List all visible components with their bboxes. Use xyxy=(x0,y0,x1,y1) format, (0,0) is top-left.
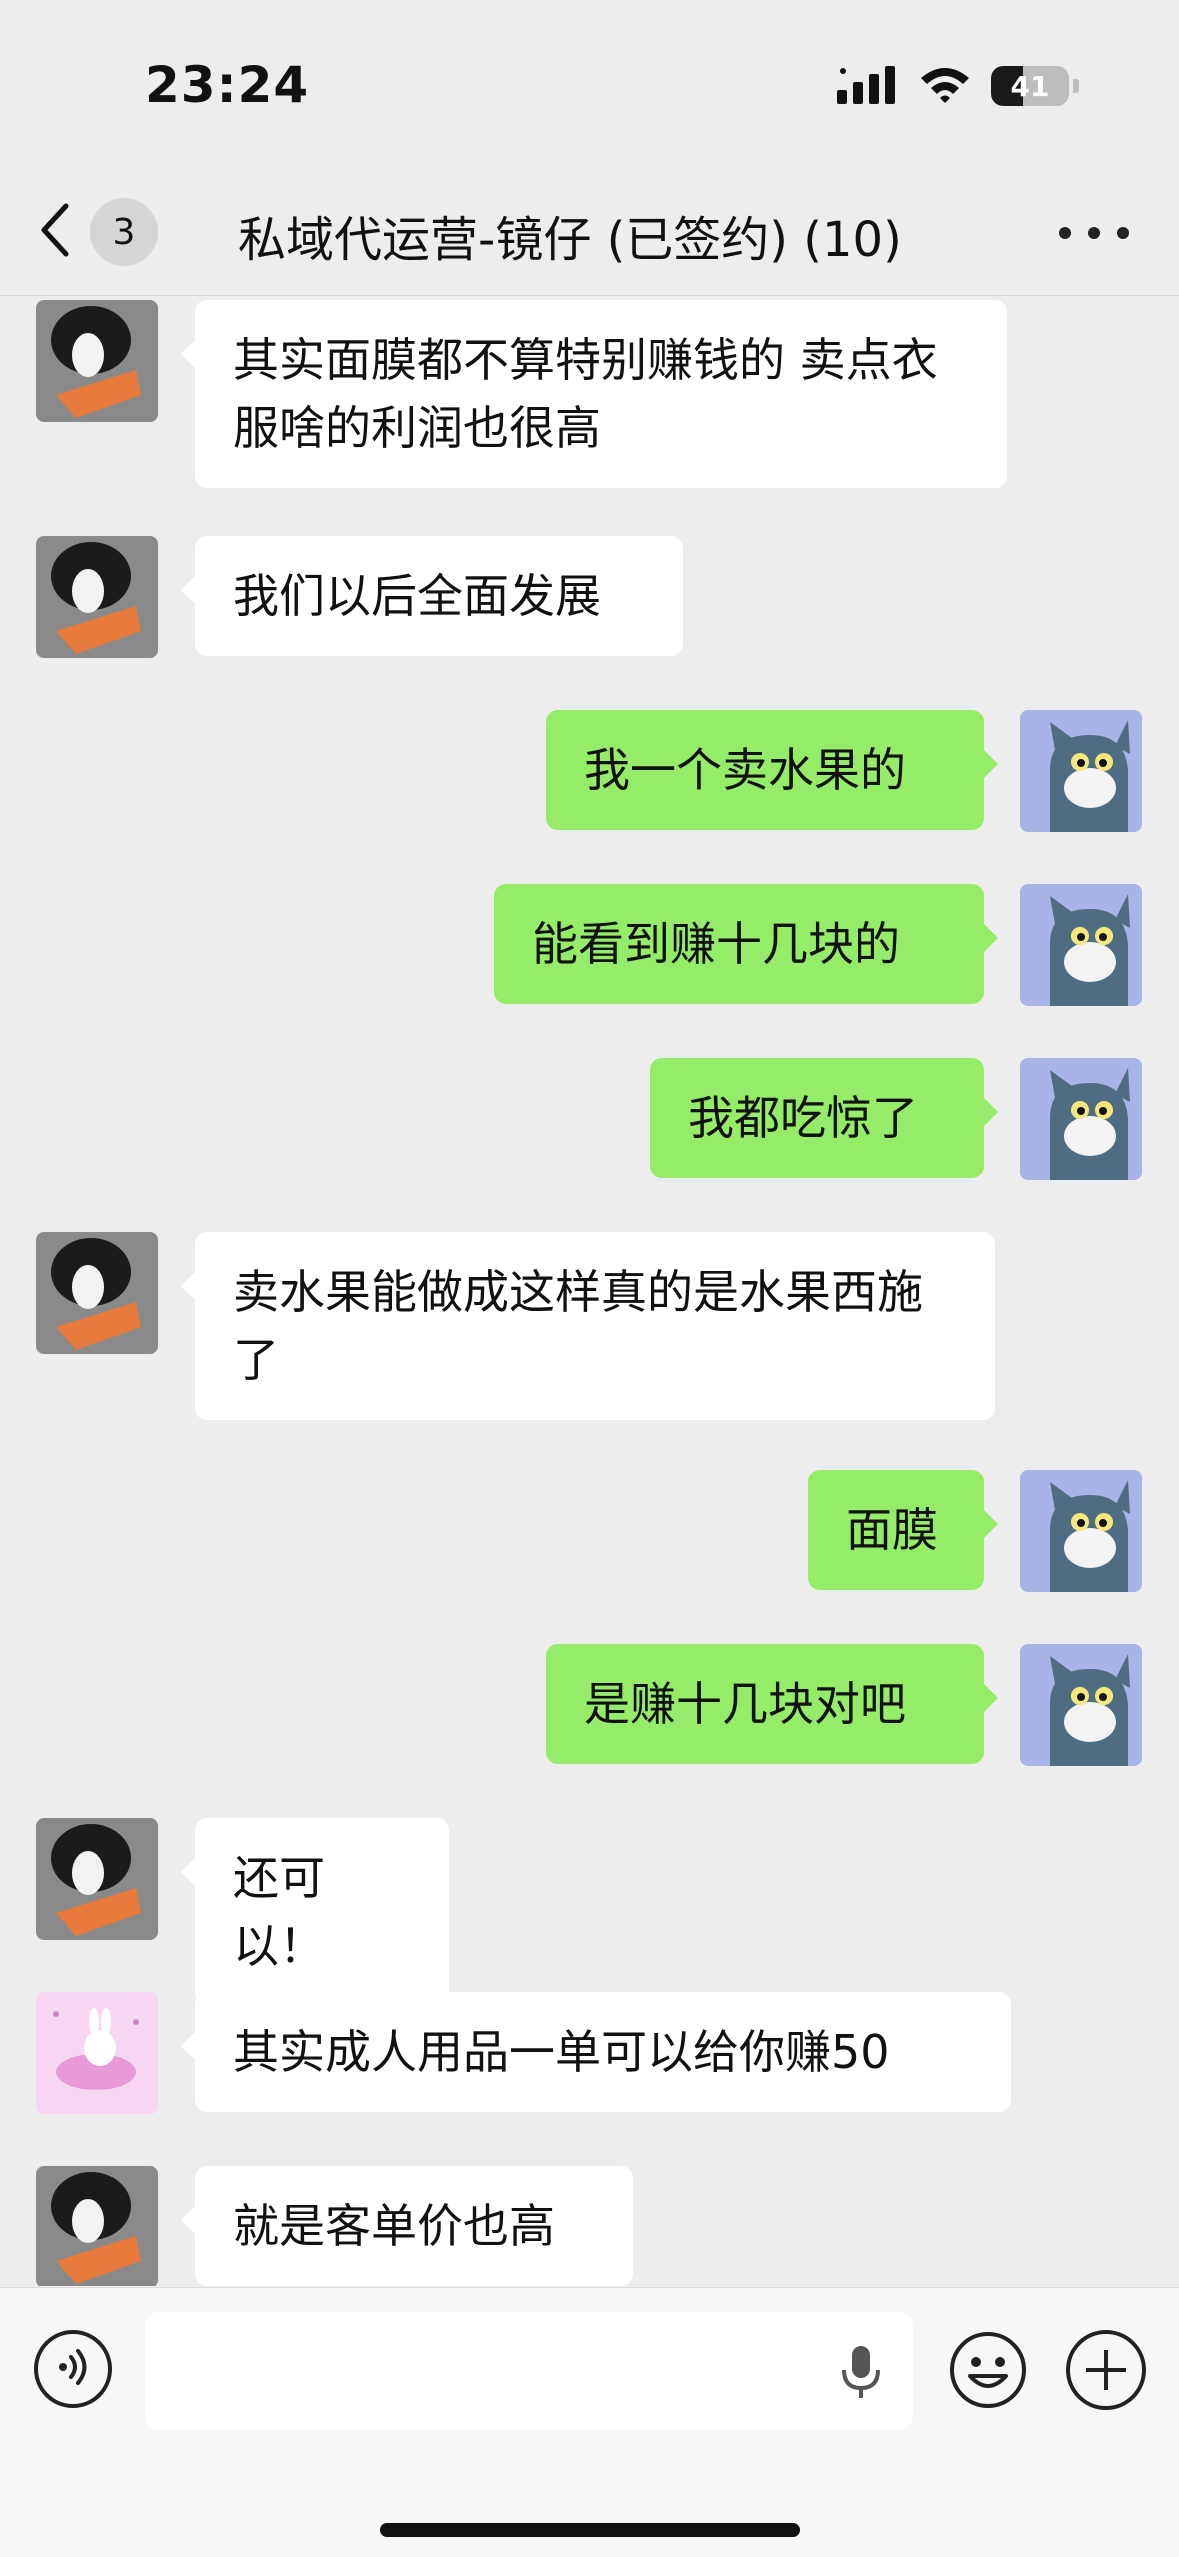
battery-icon: 41 xyxy=(991,66,1069,106)
message-row: 卖水果能做成这样真的是水果西施了 xyxy=(0,1232,1179,1432)
message-bubble[interactable]: 面膜 xyxy=(808,1470,998,1590)
message-bubble[interactable]: 我一个卖水果的 xyxy=(546,710,998,830)
message-row: 我都吃惊了 xyxy=(0,1058,1179,1188)
cat-avatar[interactable] xyxy=(1020,710,1142,832)
message-bubble[interactable]: 就是客单价也高 xyxy=(181,2166,633,2286)
more-options-button[interactable] xyxy=(1059,208,1129,258)
message-row: 其实成人用品一单可以给你赚50 xyxy=(0,1992,1179,2122)
message-bubble[interactable]: 我们以后全面发展 xyxy=(181,536,683,656)
home-indicator[interactable] xyxy=(380,2523,800,2537)
cat-avatar[interactable] xyxy=(1020,1470,1142,1592)
battery-level: 41 xyxy=(1010,69,1050,103)
emoji-button[interactable] xyxy=(948,2330,1028,2410)
message-bubble[interactable]: 其实面膜都不算特别赚钱的 卖点衣服啥的利润也很高 xyxy=(181,300,1007,488)
cat-avatar[interactable] xyxy=(1020,1644,1142,1766)
message-row: 能看到赚十几块的 xyxy=(0,884,1179,1014)
message-input[interactable] xyxy=(145,2312,913,2430)
message-row: 我们以后全面发展 xyxy=(0,536,1179,666)
message-bubble[interactable]: 我都吃惊了 xyxy=(650,1058,998,1178)
smiley-icon xyxy=(948,2332,1028,2414)
back-button[interactable]: 3 xyxy=(40,192,170,272)
message-row: 是赚十几块对吧 xyxy=(0,1644,1179,1774)
message-bubble[interactable]: 其实成人用品一单可以给你赚50 xyxy=(181,1992,1011,2112)
unread-count-badge: 3 xyxy=(90,198,158,266)
message-row: 其实面膜都不算特别赚钱的 卖点衣服啥的利润也很高 xyxy=(0,296,1179,488)
message-row: 还可以！ xyxy=(0,1818,1179,2006)
status-time: 23:24 xyxy=(145,56,310,114)
message-list: 其实面膜都不算特别赚钱的 卖点衣服啥的利润也很高 我们以后全面发展 我一个卖水果… xyxy=(0,296,1179,2286)
status-icons: 41 xyxy=(837,64,1079,108)
chat-header: 3 私域代运营-镜仔 (已签约) (10) xyxy=(0,170,1179,296)
dog-avatar[interactable] xyxy=(36,2166,158,2286)
message-bubble[interactable]: 还可以！ xyxy=(181,1818,449,2006)
message-row: 面膜 xyxy=(0,1470,1179,1600)
microphone-icon[interactable] xyxy=(839,2344,883,2404)
message-row: 就是客单价也高 xyxy=(0,2166,1179,2286)
status-bar: 23:24 41 xyxy=(0,0,1179,170)
wifi-icon xyxy=(919,64,971,108)
voice-icon xyxy=(53,2347,93,2391)
voice-mode-button[interactable] xyxy=(34,2330,112,2408)
dog-avatar[interactable] xyxy=(36,300,158,422)
chevron-left-icon xyxy=(40,202,70,262)
message-bubble[interactable]: 卖水果能做成这样真的是水果西施了 xyxy=(181,1232,995,1420)
message-bubble[interactable]: 能看到赚十几块的 xyxy=(494,884,998,1004)
cellular-signal-icon xyxy=(837,64,899,108)
dog-avatar[interactable] xyxy=(36,1818,158,1940)
dog-avatar[interactable] xyxy=(36,536,158,658)
message-row: 我一个卖水果的 xyxy=(0,710,1179,840)
bunny-avatar[interactable] xyxy=(36,1992,158,2114)
more-functions-button[interactable] xyxy=(1066,2330,1146,2410)
cat-avatar[interactable] xyxy=(1020,1058,1142,1180)
message-bubble[interactable]: 是赚十几块对吧 xyxy=(546,1644,998,1764)
input-bar xyxy=(0,2287,1179,2557)
cat-avatar[interactable] xyxy=(1020,884,1142,1006)
chat-title: 私域代运营-镜仔 (已签约) (10) xyxy=(238,212,902,268)
dog-avatar[interactable] xyxy=(36,1232,158,1354)
